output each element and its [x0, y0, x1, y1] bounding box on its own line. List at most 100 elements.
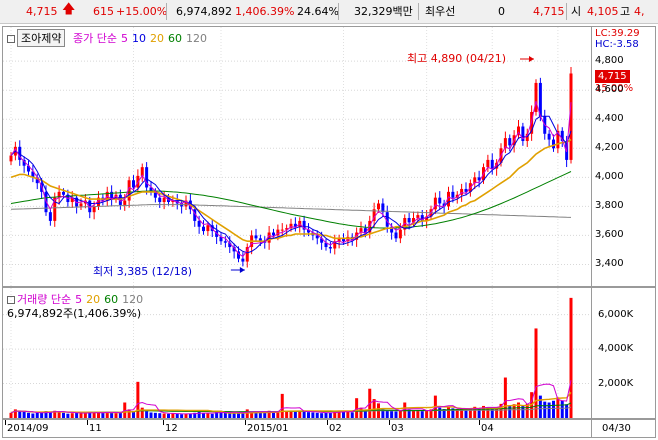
- stock-name[interactable]: 조아제약: [17, 29, 66, 47]
- divider: [566, 3, 567, 20]
- candle-body: [547, 133, 551, 140]
- ma5-line: [10, 100, 572, 258]
- volume-bar: [503, 377, 507, 418]
- volume-bar: [569, 297, 573, 418]
- volume-bar: [534, 328, 538, 418]
- volume-bar: [412, 410, 415, 418]
- volume-bar: [167, 413, 170, 418]
- candle-body: [9, 155, 13, 162]
- legend-ma10: 10: [131, 32, 146, 45]
- price-change-pct: +15.00%: [116, 5, 168, 18]
- candle-body: [398, 229, 402, 239]
- volume-bar: [223, 412, 227, 418]
- price-tick-label: 4,600: [595, 84, 624, 96]
- volume-bar: [62, 412, 65, 418]
- volume-bar: [40, 412, 44, 418]
- volume-bar: [425, 410, 429, 418]
- x-tick: [327, 420, 328, 425]
- candle-body: [162, 197, 166, 203]
- candle-body: [451, 191, 455, 198]
- volume-bar: [70, 413, 74, 418]
- volume-bar: [184, 413, 188, 418]
- x-label: 02: [329, 423, 342, 434]
- legend-ma60: 60: [167, 32, 182, 45]
- x-tick: [163, 420, 164, 425]
- legend-label: 종가 단순: [72, 32, 117, 45]
- legend-ma20: 20: [149, 32, 164, 45]
- volume-ratio: 1,406.39%: [235, 5, 295, 18]
- price-axis: LC:39.29 HC:-3.58 15.00% 4,800 4,600 4,400…: [592, 26, 656, 287]
- volume-bar: [75, 412, 79, 418]
- candle-body: [438, 197, 442, 204]
- x-tick: [87, 420, 88, 425]
- x-label: 11: [89, 423, 102, 434]
- candle-body: [197, 220, 201, 227]
- volume-tick-label: 6,000K: [598, 308, 634, 320]
- quote-bar: 4,715 🡅 615 +15.00% 6,974,892 1,406.39% …: [0, 0, 658, 24]
- volume-bar: [114, 413, 118, 418]
- volume-bar: [171, 413, 175, 418]
- current-volume: 6,974,892주(1,406.39%): [7, 307, 142, 320]
- panel-menu-icon[interactable]: [7, 35, 15, 43]
- candle-body: [272, 232, 275, 236]
- volume-bar: [88, 412, 92, 418]
- high-annotation: 최고 4,890 (04/21): [407, 52, 507, 65]
- volume-bar: [158, 413, 162, 418]
- volume: 6,974,892: [176, 5, 232, 18]
- volume-bar: [280, 393, 284, 418]
- volume-bar: [324, 412, 328, 418]
- date-axis-end: 04/30: [592, 419, 656, 438]
- price-chart-panel[interactable]: 조아제약 종가 단순 5 10 20 60 120 최고 4,890 (04/21) 최저…: [2, 26, 592, 287]
- volume-bar: [18, 411, 22, 418]
- candle-body: [407, 218, 411, 223]
- lc-value: LC:39.29: [595, 28, 640, 39]
- volume-bar: [35, 412, 39, 418]
- candle-body: [328, 247, 332, 249]
- open-price: 4,105: [587, 5, 619, 18]
- volume-axis: 6,000K 4,000K 2,000K: [592, 287, 656, 419]
- volume-bar: [241, 413, 245, 418]
- volume-chart-panel[interactable]: 거래량 단순 5 20 60 120 6,974,892주(1,406.39%): [2, 287, 592, 419]
- volume-bar: [22, 411, 26, 418]
- volume-bar: [538, 395, 542, 418]
- candle-body: [132, 180, 135, 188]
- candle-body: [508, 138, 512, 146]
- turnover-pct: 24.64%: [297, 5, 339, 18]
- open-label: 시: [571, 5, 582, 18]
- candle-body: [552, 139, 555, 149]
- volume-bar: [9, 412, 13, 418]
- volume-bar: [302, 411, 306, 418]
- volume-bar: [315, 412, 319, 418]
- volume-bar: [66, 413, 70, 418]
- price-tick-label: 3,400: [595, 258, 624, 270]
- volume-bar: [293, 411, 297, 418]
- candle-body: [241, 258, 245, 262]
- hc-value: HC:-3.58: [595, 39, 639, 50]
- candle-body: [123, 200, 127, 205]
- volume-bar: [307, 412, 310, 418]
- volume-bar: [346, 411, 350, 418]
- volume-bar: [202, 413, 205, 418]
- candle-body: [92, 206, 96, 213]
- high-label: 고: [620, 5, 631, 18]
- volume-bar: [552, 400, 555, 418]
- volume-bar: [420, 411, 424, 418]
- volume-bar: [101, 412, 105, 418]
- candle-body: [202, 226, 205, 232]
- volume-bar: [508, 405, 512, 418]
- volume-bar: [140, 407, 144, 418]
- candle-body: [223, 241, 227, 243]
- volume-bar: [447, 407, 450, 418]
- candle-body: [254, 235, 258, 239]
- volume-bar: [180, 414, 184, 418]
- x-tick: [479, 420, 480, 425]
- pref-label: 최우선: [425, 5, 456, 18]
- volume-bar: [565, 404, 569, 418]
- volume-bar: [228, 413, 232, 418]
- volume-bar: [543, 401, 547, 418]
- current-price: 4,715: [26, 5, 58, 18]
- price-tick-label: 3,800: [595, 200, 624, 212]
- volume-bar: [556, 397, 560, 418]
- volume-bar: [328, 412, 332, 418]
- panel-menu-icon[interactable]: [7, 296, 15, 304]
